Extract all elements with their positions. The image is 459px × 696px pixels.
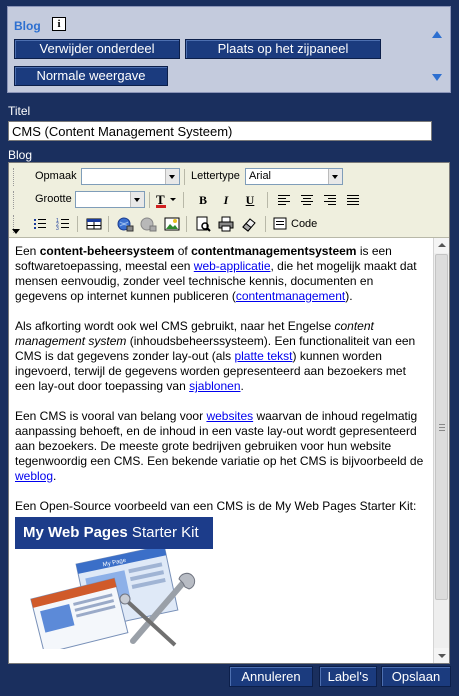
toolbar-grip — [13, 168, 17, 186]
starter-kit-banner: My Web Pages Starter Kit — [15, 517, 213, 549]
rich-text-editor: Opmaak Lettertype Arial Grootte T B I U … — [8, 162, 450, 664]
blog-label: Blog — [8, 148, 33, 162]
align-justify-icon[interactable] — [344, 191, 362, 209]
title-label: Titel — [8, 104, 31, 118]
content-link[interactable]: weblog — [15, 469, 53, 483]
bold-button[interactable]: B — [194, 191, 212, 209]
starter-kit-image: My Page — [15, 544, 213, 655]
align-center-icon[interactable] — [298, 191, 316, 209]
toolbar-grip — [13, 191, 17, 209]
italic-button[interactable]: I — [217, 191, 235, 209]
content-paragraph: Een Open-Source voorbeeld van een CMS is… — [15, 499, 417, 513]
scrollbar-thumb[interactable] — [435, 254, 448, 600]
content-link[interactable]: web-applicatie — [194, 259, 271, 273]
print-icon[interactable] — [217, 215, 235, 233]
align-left-icon[interactable] — [275, 191, 293, 209]
content-paragraph: Als afkorting wordt ook wel CMS gebruikt… — [15, 319, 416, 393]
toolbar-separator — [183, 192, 184, 208]
chevron-down-icon[interactable] — [130, 192, 144, 207]
thumb-grip — [439, 430, 445, 431]
numbered-list-icon[interactable]: 123 — [54, 215, 72, 233]
thumb-grip — [439, 427, 445, 428]
code-label: Code — [291, 218, 318, 230]
save-button[interactable]: Opslaan — [381, 666, 451, 687]
info-icon[interactable]: i — [52, 17, 66, 31]
insert-link-icon[interactable] — [116, 215, 134, 233]
toolbar-collapse-icon[interactable] — [12, 229, 20, 234]
align-right-icon[interactable] — [321, 191, 339, 209]
thumb-grip — [439, 424, 445, 425]
place-side-panel-button[interactable]: Plaats op het zijpaneel — [185, 39, 381, 59]
panel-title: Blog — [14, 19, 41, 33]
labels-button[interactable]: Label's — [319, 666, 377, 687]
eraser-icon[interactable] — [240, 215, 258, 233]
size-label: Grootte — [35, 193, 72, 205]
font-label: Lettertype — [191, 170, 240, 182]
content-paragraph: Een CMS is vooral van belang voor websit… — [15, 409, 424, 483]
scroll-down-icon[interactable] — [434, 648, 449, 663]
toolbar-separator — [108, 216, 109, 232]
code-button[interactable]: Code — [273, 215, 321, 233]
toolbar-separator — [149, 192, 150, 208]
toolbar-separator — [184, 169, 185, 185]
font-select-value: Arial — [249, 170, 272, 182]
toolbar-row-1: Opmaak Lettertype Arial — [9, 165, 449, 189]
toolbar-separator — [77, 216, 78, 232]
cancel-button[interactable]: Annuleren — [229, 666, 313, 687]
scroll-up-icon[interactable] — [434, 238, 449, 253]
font-select[interactable]: Arial — [245, 168, 343, 185]
unlink-icon[interactable] — [139, 215, 157, 233]
content-link[interactable]: websites — [206, 409, 253, 423]
editor-toolbar: Opmaak Lettertype Arial Grootte T B I U … — [9, 163, 449, 238]
widget-panel: Blog i Verwijder onderdeel Plaats op het… — [7, 6, 451, 93]
format-label: Opmaak — [35, 170, 77, 182]
bullet-list-icon[interactable] — [31, 215, 49, 233]
underline-button[interactable]: U — [241, 191, 259, 209]
remove-section-button[interactable]: Verwijder onderdeel — [14, 39, 180, 59]
content-link[interactable]: platte tekst — [234, 349, 292, 363]
toolbar-separator — [186, 216, 187, 232]
svg-text:3: 3 — [56, 226, 59, 232]
chevron-down-icon[interactable] — [328, 169, 342, 184]
content-link[interactable]: contentmanagement — [236, 289, 345, 303]
text-color-icon[interactable]: T — [154, 191, 180, 209]
insert-image-icon[interactable] — [163, 215, 181, 233]
content-link[interactable]: sjablonen — [189, 379, 240, 393]
size-select[interactable] — [75, 191, 145, 208]
editor-scrollbar[interactable] — [433, 238, 449, 663]
editor-content[interactable]: Een content-beheersysteem of contentmana… — [9, 238, 433, 663]
title-input[interactable] — [8, 121, 432, 141]
chevron-down-icon[interactable] — [165, 169, 179, 184]
toolbar-separator — [267, 192, 268, 208]
normal-view-button[interactable]: Normale weergave — [14, 66, 168, 86]
arrow-up-icon[interactable] — [432, 31, 442, 38]
toolbar-row-2: Grootte T B I U — [9, 188, 449, 212]
table-icon[interactable] — [85, 215, 103, 233]
toolbar-separator — [265, 216, 266, 232]
format-select[interactable] — [81, 168, 180, 185]
svg-text:T: T — [156, 192, 165, 207]
arrow-down-icon[interactable] — [432, 74, 442, 81]
toolbar-row-3: 123 Code — [9, 212, 449, 236]
content-paragraph: Een content-beheersysteem of contentmana… — [15, 244, 417, 303]
preview-icon[interactable] — [194, 215, 212, 233]
